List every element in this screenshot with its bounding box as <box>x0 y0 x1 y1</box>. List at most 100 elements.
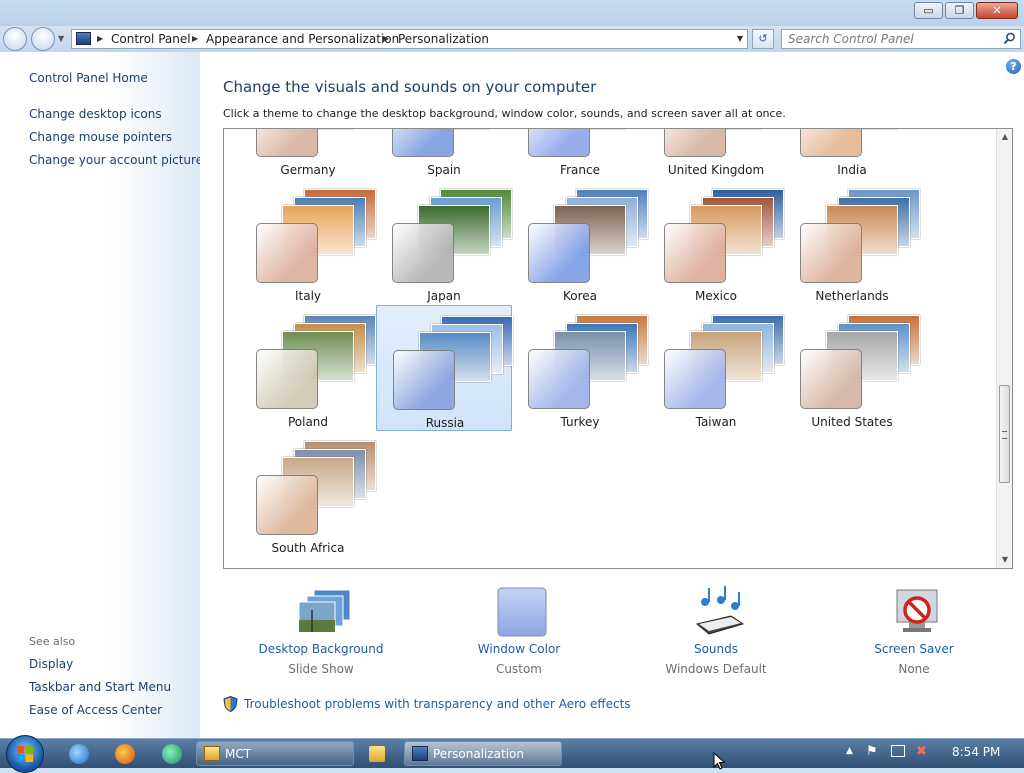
search-icon[interactable] <box>1003 32 1016 45</box>
scroll-down-icon[interactable]: ▼ <box>997 552 1012 568</box>
taskbar-button-label: MCT <box>225 747 252 761</box>
change-mouse-pointers-link[interactable]: Change mouse pointers <box>29 130 172 144</box>
troubleshoot-aero-link[interactable]: Troubleshoot problems with transparency … <box>244 697 631 711</box>
breadcrumb-separator-icon[interactable]: ▶ <box>383 34 389 43</box>
theme-tile[interactable]: Korea <box>512 179 648 305</box>
network-icon[interactable] <box>891 745 905 757</box>
internet-explorer-icon[interactable] <box>69 744 89 764</box>
page-subtitle: Click a theme to change the desktop back… <box>223 107 786 120</box>
forward-button[interactable] <box>31 27 55 51</box>
address-dropdown-icon[interactable]: ▼ <box>737 34 743 43</box>
taskbar-start-menu-link[interactable]: Taskbar and Start Menu <box>29 680 171 694</box>
mouse-cursor-icon <box>713 752 726 770</box>
window-title-bar[interactable]: ▭ ❐ ✕ <box>0 0 1024 26</box>
ease-of-access-link[interactable]: Ease of Access Center <box>29 703 162 717</box>
scrollbar-thumb[interactable] <box>999 385 1010 483</box>
theme-preview-stack <box>392 129 512 159</box>
refresh-button[interactable]: ↺ <box>752 29 774 49</box>
recent-pages-dropdown-icon[interactable]: ▼ <box>58 34 64 43</box>
theme-color-swatch <box>800 223 862 283</box>
theme-preview-stack <box>664 315 784 411</box>
desktop-background-icon <box>298 589 351 633</box>
control-panel-home-link[interactable]: Control Panel Home <box>29 71 148 85</box>
theme-tile[interactable]: France <box>512 129 648 179</box>
theme-tile[interactable]: South Africa <box>240 431 376 557</box>
shield-icon <box>223 696 238 712</box>
change-desktop-icons-link[interactable]: Change desktop icons <box>29 107 162 121</box>
search-input[interactable] <box>788 31 993 47</box>
theme-gallery-scrollbar[interactable]: ▲ ▼ <box>996 129 1012 568</box>
media-app-icon[interactable] <box>162 744 182 764</box>
theme-tile[interactable]: Poland <box>240 305 376 431</box>
windows-logo-icon <box>17 746 33 762</box>
window-color-value: Custom <box>496 662 542 676</box>
scroll-up-icon[interactable]: ▲ <box>997 129 1012 145</box>
theme-tile[interactable]: India <box>784 129 920 179</box>
theme-color-swatch <box>256 475 318 535</box>
page-title: Change the visuals and sounds on your co… <box>223 78 597 96</box>
screen-saver-icon <box>896 589 938 632</box>
change-account-picture-link[interactable]: Change your account picture <box>29 153 203 167</box>
theme-gallery[interactable]: Germany Spain France United Kingdom India Ita… <box>223 128 1013 569</box>
desktop-background-value: Slide Show <box>288 662 354 676</box>
theme-preview-stack <box>528 129 648 159</box>
show-hidden-icons-icon[interactable]: ▲ <box>846 746 853 756</box>
theme-tile[interactable]: Germany <box>240 129 376 179</box>
breadcrumb-control-panel[interactable]: Control Panel <box>111 32 191 46</box>
maximize-button[interactable]: ❐ <box>945 2 974 19</box>
breadcrumb-appearance[interactable]: Appearance and Personalization <box>206 32 399 46</box>
search-box[interactable] <box>781 29 1021 49</box>
theme-preview-stack <box>392 189 512 285</box>
volume-muted-icon[interactable]: ✖ <box>916 744 927 759</box>
see-also-heading: See also <box>29 635 76 648</box>
theme-preview-stack <box>393 316 513 412</box>
breadcrumb-separator-icon[interactable]: ▶ <box>192 34 198 43</box>
breadcrumb[interactable]: ▶ Control Panel ▶ Appearance and Persona… <box>71 29 748 49</box>
theme-tile[interactable]: Mexico <box>648 179 784 305</box>
screen-saver-value: None <box>898 662 930 676</box>
theme-label: Russia <box>425 416 465 430</box>
theme-preview-stack <box>800 315 920 411</box>
close-button[interactable]: ✕ <box>976 2 1018 19</box>
theme-label: Korea <box>562 289 598 303</box>
window-color-icon <box>497 587 547 637</box>
theme-color-swatch <box>392 129 454 157</box>
minimize-button[interactable]: ▭ <box>914 2 943 19</box>
theme-preview-stack <box>800 129 920 159</box>
control-panel-icon <box>76 32 91 45</box>
sounds-link[interactable]: Sounds <box>636 642 796 656</box>
desktop-background-link[interactable]: Desktop Background <box>241 642 401 656</box>
breadcrumb-separator-icon[interactable]: ▶ <box>97 34 103 43</box>
theme-preview-stack <box>528 315 648 411</box>
theme-tile[interactable]: Japan <box>376 179 512 305</box>
back-button[interactable] <box>3 27 27 51</box>
display-link[interactable]: Display <box>29 657 73 671</box>
theme-label: Poland <box>287 415 329 429</box>
theme-preview-stack <box>256 315 376 411</box>
screen-saver-link[interactable]: Screen Saver <box>834 642 994 656</box>
help-icon[interactable]: ? <box>1006 59 1021 74</box>
taskbar-button-personalization[interactable]: Personalization <box>404 741 562 766</box>
theme-label: India <box>837 163 867 177</box>
start-button[interactable] <box>6 735 44 773</box>
theme-color-swatch <box>664 349 726 409</box>
window-color-link[interactable]: Window Color <box>439 642 599 656</box>
theme-tile[interactable]: Russia <box>376 305 513 431</box>
theme-tile[interactable]: United States <box>784 305 920 431</box>
theme-tile[interactable]: Taiwan <box>648 305 784 431</box>
clock[interactable]: 8:54 PM <box>952 745 1000 759</box>
theme-color-swatch <box>664 223 726 283</box>
action-center-flag-icon[interactable]: ⚑ <box>866 744 878 759</box>
theme-color-swatch <box>528 349 590 409</box>
theme-tile[interactable]: Turkey <box>512 305 648 431</box>
theme-tile[interactable]: Netherlands <box>784 179 920 305</box>
theme-tile[interactable]: Italy <box>240 179 376 305</box>
media-player-icon[interactable] <box>369 746 385 762</box>
breadcrumb-personalization[interactable]: Personalization <box>398 32 489 46</box>
theme-tile[interactable]: United Kingdom <box>648 129 784 179</box>
firefox-icon[interactable] <box>115 744 135 764</box>
taskbar-button-mct[interactable]: MCT <box>196 741 354 766</box>
grip-icon <box>1002 431 1007 439</box>
theme-color-swatch <box>800 349 862 409</box>
theme-tile[interactable]: Spain <box>376 129 512 179</box>
